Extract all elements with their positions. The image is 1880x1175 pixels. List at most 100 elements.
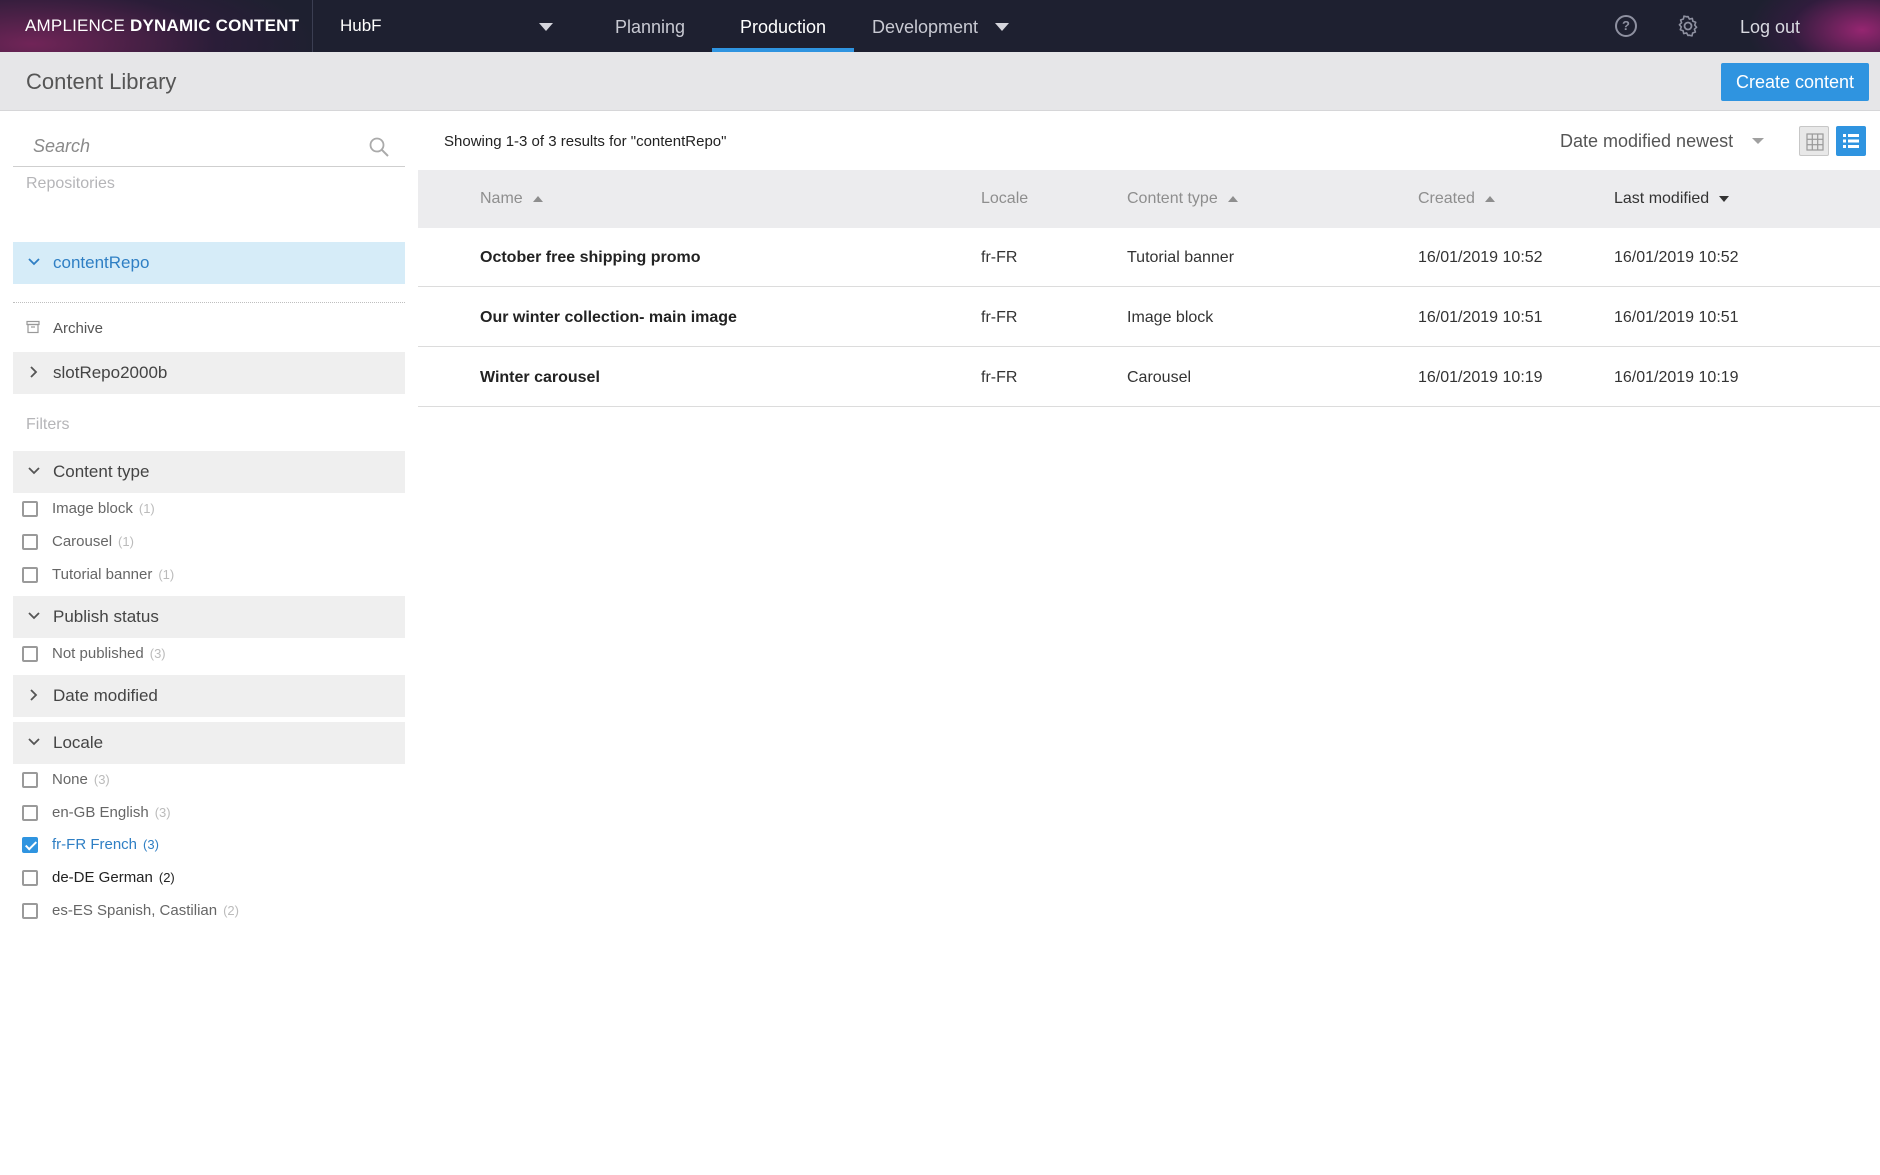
option-text: fr-FR French [52, 836, 138, 853]
sort-up-icon [1227, 195, 1238, 202]
cell-name[interactable]: Our winter collection- main image [480, 288, 737, 347]
top-nav: AMPLIENCE DYNAMIC CONTENT HubF Planning … [0, 0, 1880, 52]
sort-up-icon [1484, 195, 1495, 202]
brand-light: AMPLIENCE [25, 16, 126, 35]
chevron-right-icon[interactable] [27, 365, 41, 379]
cell-locale: fr-FR [981, 309, 1018, 326]
cell-created: 16/01/2019 10:51 [1418, 309, 1543, 326]
checkbox-checked[interactable] [22, 837, 38, 853]
filter-option-label: Image block (1) [52, 496, 155, 522]
checkbox[interactable] [22, 534, 38, 550]
filter-option-label: Tutorial banner (1) [52, 562, 174, 588]
search-input[interactable] [33, 127, 363, 165]
column-header-created[interactable]: Created [1418, 170, 1495, 228]
logout-link[interactable]: Log out [1740, 0, 1800, 52]
gear-icon[interactable] [1676, 14, 1700, 38]
sort-up-icon [532, 195, 543, 202]
column-header-content-type[interactable]: Content type [1127, 170, 1238, 228]
chevron-down-icon[interactable] [27, 464, 41, 478]
repo-item-slotrepo2000b[interactable]: slotRepo2000b [13, 352, 405, 394]
tab-production[interactable]: Production [712, 0, 854, 52]
hub-selector[interactable]: HubF [340, 0, 382, 52]
option-text: Tutorial banner [52, 566, 153, 583]
column-label: Content type [1127, 190, 1218, 207]
filter-option[interactable]: de-DE German (2) [22, 865, 402, 891]
list-icon [1843, 134, 1859, 148]
option-count: (3) [154, 805, 171, 820]
column-header-last-modified[interactable]: Last modified [1614, 170, 1730, 228]
search-box [13, 127, 405, 167]
help-icon[interactable]: ? [1615, 15, 1637, 37]
chevron-right-icon[interactable] [27, 688, 41, 702]
column-header-locale: Locale [981, 170, 1028, 228]
brand-logo[interactable]: AMPLIENCE DYNAMIC CONTENT [25, 0, 299, 52]
chevron-down-icon[interactable] [27, 609, 41, 623]
sort-dropdown[interactable]: Date modified newest [1560, 127, 1733, 155]
filter-option[interactable]: es-ES Spanish, Castilian (2) [22, 898, 402, 924]
list-view-button[interactable] [1836, 126, 1866, 156]
filter-option[interactable]: Not published (3) [22, 641, 402, 667]
repo-label: slotRepo2000b [53, 363, 168, 382]
filter-label: Locale [53, 733, 104, 752]
tab-planning[interactable]: Planning [600, 0, 700, 52]
filter-option[interactable]: Carousel (1) [22, 529, 402, 555]
cell-name[interactable]: October free shipping promo [480, 228, 700, 287]
filters-label: Filters [26, 416, 70, 433]
filter-option[interactable]: Image block (1) [22, 496, 402, 522]
grid-icon [1806, 133, 1824, 151]
option-count: (2) [158, 870, 175, 885]
grid-view-button[interactable] [1799, 126, 1829, 156]
filter-publish-status[interactable]: Publish status [13, 596, 405, 638]
filter-locale[interactable]: Locale [13, 722, 405, 764]
cell-name[interactable]: Winter carousel [480, 348, 600, 407]
sort-caret-icon[interactable] [1752, 138, 1764, 144]
table-row[interactable]: October free shipping promo fr-FR Tutori… [418, 228, 1880, 287]
filter-date-modified[interactable]: Date modified [13, 675, 405, 717]
option-count: (1) [158, 567, 175, 582]
filter-option[interactable]: Tutorial banner (1) [22, 562, 402, 588]
chevron-down-icon[interactable] [27, 735, 41, 749]
column-label: Locale [981, 190, 1029, 207]
archive-icon [26, 320, 40, 334]
checkbox[interactable] [22, 903, 38, 919]
tab-development[interactable]: Development [866, 0, 984, 52]
filter-option-label: de-DE German (2) [52, 865, 175, 891]
option-count: (1) [138, 501, 155, 516]
content-area: Showing 1-3 of 3 results for "contentRep… [418, 111, 1880, 1175]
repo-item-contentrepo[interactable]: contentRepo [13, 242, 405, 284]
filter-option-label: fr-FR French (3) [52, 832, 159, 858]
filter-label: Publish status [53, 607, 159, 626]
option-count: (3) [93, 772, 110, 787]
cell-last-modified: 16/01/2019 10:52 [1614, 249, 1739, 266]
filter-option[interactable]: en-GB English (3) [22, 800, 402, 826]
filter-label: Content type [53, 462, 150, 481]
create-content-button[interactable]: Create content [1721, 63, 1869, 101]
checkbox[interactable] [22, 646, 38, 662]
filter-content-type[interactable]: Content type [13, 451, 405, 493]
checkbox[interactable] [22, 870, 38, 886]
cell-locale: fr-FR [981, 369, 1018, 386]
cell-content-type: Tutorial banner [1127, 249, 1235, 266]
hub-dropdown-caret-icon[interactable] [539, 23, 553, 31]
table-row[interactable]: Winter carousel fr-FR Carousel 16/01/201… [418, 348, 1880, 407]
development-dropdown-caret-icon[interactable] [995, 23, 1009, 31]
checkbox[interactable] [22, 567, 38, 583]
filter-option-label: en-GB English (3) [52, 800, 171, 826]
filter-option[interactable]: fr-FR French (3) [22, 832, 402, 858]
option-count: (3) [149, 646, 166, 661]
archive-item[interactable]: Archive [13, 314, 405, 344]
checkbox[interactable] [22, 805, 38, 821]
column-header-name[interactable]: Name [480, 170, 543, 228]
column-label: Created [1418, 190, 1475, 207]
cell-content-type: Carousel [1127, 369, 1192, 386]
checkbox[interactable] [22, 772, 38, 788]
checkbox[interactable] [22, 501, 38, 517]
option-count: (3) [143, 837, 159, 852]
filter-option[interactable]: None (3) [22, 767, 402, 793]
search-icon[interactable] [368, 136, 390, 158]
table-row[interactable]: Our winter collection- main image fr-FR … [418, 288, 1880, 347]
repo-separator [13, 302, 405, 303]
sort-down-icon [1719, 195, 1730, 202]
chevron-down-icon[interactable] [27, 255, 41, 269]
option-text: es-ES Spanish, Castilian [52, 902, 218, 919]
